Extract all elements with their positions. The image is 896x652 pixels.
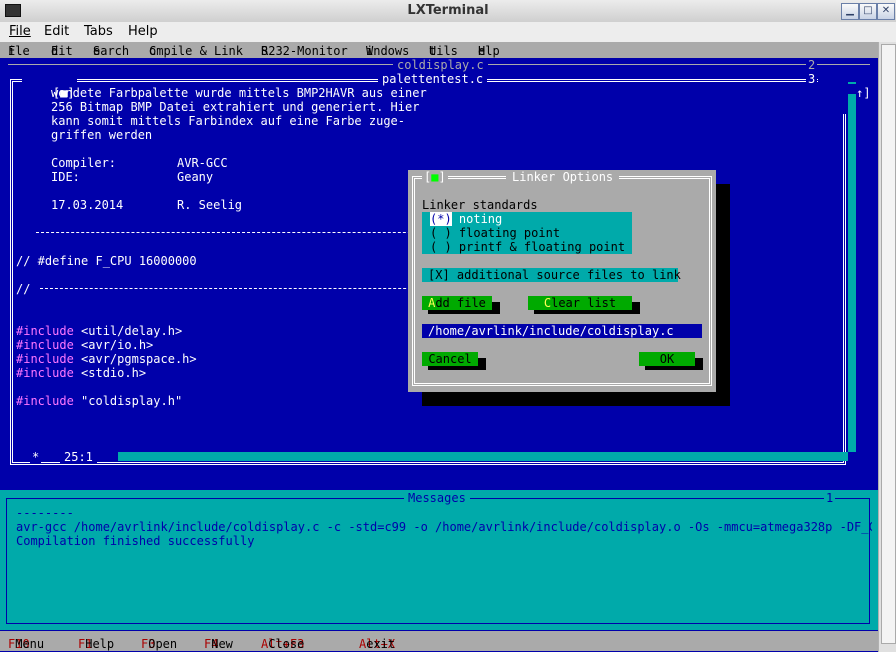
include-line: #include <avr/pgmspace.h> [16,352,197,366]
ok-button-shadow [645,366,703,370]
define-line: // #define F_CPU 16000000 [16,254,197,268]
messages-number: 1 [824,491,836,505]
dialog-close-box[interactable]: [■] [422,170,448,184]
ok-button-shadow [695,358,703,366]
maximize-button[interactable]: □ [859,3,877,20]
include-line: #include <util/delay.h> [16,324,183,338]
terminal-screen[interactable]: File Edit Search Compile & Link R S232-Mo… [0,42,878,652]
info-value: R. Seelig [177,198,243,212]
window-titlebar: LXTerminal ▁ □ ✕ [0,0,896,23]
minimize-button[interactable]: ▁ [841,3,859,20]
radio-floating-point[interactable]: ( ) floating point [430,226,560,240]
clear-list-button[interactable]: Clear list [528,296,632,310]
cursor-position: 25:1 [60,450,97,464]
radio-mark: ( ) [430,226,452,240]
cancel-button[interactable]: Cancel [422,352,478,366]
dialog-title: Linker Options [506,170,620,184]
add-file-button[interactable]: Add file [422,296,492,310]
menu-edit[interactable]: Edit [44,24,69,39]
back-window-titlebar[interactable]: coldisplay.c 2 [8,58,870,72]
info-value: AVR-GCC [177,156,228,170]
include-line: #include <avr/io.h> [16,338,154,352]
add-file-button-shadow [492,302,500,310]
comment-rule [36,232,436,233]
window-title: LXTerminal [407,3,489,18]
info-value: Geany [177,170,214,184]
back-window-title: coldisplay.c [393,58,488,72]
editor-title: palettentest.c [378,72,488,86]
add-file-button-shadow [428,310,500,314]
ok-button[interactable]: OK [639,352,695,366]
info-key: 17.03.2014 [51,198,124,212]
back-window-number: 2 [806,58,818,72]
editor-vscrollbar[interactable] [848,82,856,452]
message-line: avr-gcc /home/avrlink/include/coldisplay… [16,520,872,534]
menu-help[interactable]: Help [128,24,158,39]
editor-hscroll-thumb[interactable] [108,452,118,461]
radio-mark: ( ) [430,240,452,254]
comment-line: griffen werden [51,128,153,142]
clear-list-button-shadow [534,310,640,314]
info-key: Compiler: [51,156,117,170]
terminal-menubar: File Edit Tabs Help [0,22,896,43]
cancel-button-shadow [478,358,486,366]
close-button[interactable]: ✕ [877,3,895,20]
radio-mark: (*) [430,212,452,226]
radio-noting[interactable]: (*) noting [430,212,502,226]
messages-frame [6,498,870,624]
editor-vscroll-thumb[interactable] [848,84,856,94]
comment-rule-prefix: // [16,282,31,296]
dialog-close-icon: ■ [431,170,439,184]
linker-options-dialog[interactable]: [■] Linker Options Linker standards (*) … [408,170,716,392]
menu-tabs[interactable]: Tabs [84,24,113,39]
minimize-icon: ▁ [846,5,854,16]
comment-rule [40,288,436,289]
menu-file[interactable]: File [9,24,31,39]
source-file-list[interactable]: /home/avrlink/include/coldisplay.c [422,324,702,338]
ide-statusbar: F10 Menu F1 Help F3 Open F4 New Alt+F3 C… [0,631,878,651]
messages-title: Messages [404,491,470,505]
ide-menubar: File Edit Search Compile & Link R S232-Mo… [0,42,878,58]
editor-window-number: 3 [806,72,818,86]
comment-line: 256 Bitmap BMP Datei extrahiert und gene… [51,100,420,114]
additional-files-checkbox[interactable]: [X] additional source files to link [422,268,681,282]
cancel-button-shadow [428,366,486,370]
comment-line: wendete Farbpalette wurde mittels BMP2HA… [51,86,427,100]
message-line: Compilation finished successfully [16,534,255,548]
terminal-scroll-thumb[interactable] [881,44,896,644]
editor-modified-flag: * [30,450,42,464]
include-line: #include "coldisplay.h" [16,394,183,408]
messages-window[interactable]: Messages 1 -------- avr-gcc /home/avrlin… [0,490,878,630]
linker-standards-label: Linker standards [422,198,538,212]
radio-printf-floating-point[interactable]: ( ) printf & floating point [430,240,625,254]
maximize-icon: □ [863,5,873,16]
close-icon: ✕ [881,5,891,16]
terminal-scrollbar[interactable] [878,42,896,652]
clear-list-button-shadow [632,302,640,310]
include-line: #include <stdio.h> [16,366,147,380]
editor-hscrollbar[interactable] [108,452,848,461]
message-line: -------- [16,506,74,520]
comment-line: kann somit mittels Farbindex auf eine Fa… [51,114,406,128]
info-key: IDE: [51,170,80,184]
